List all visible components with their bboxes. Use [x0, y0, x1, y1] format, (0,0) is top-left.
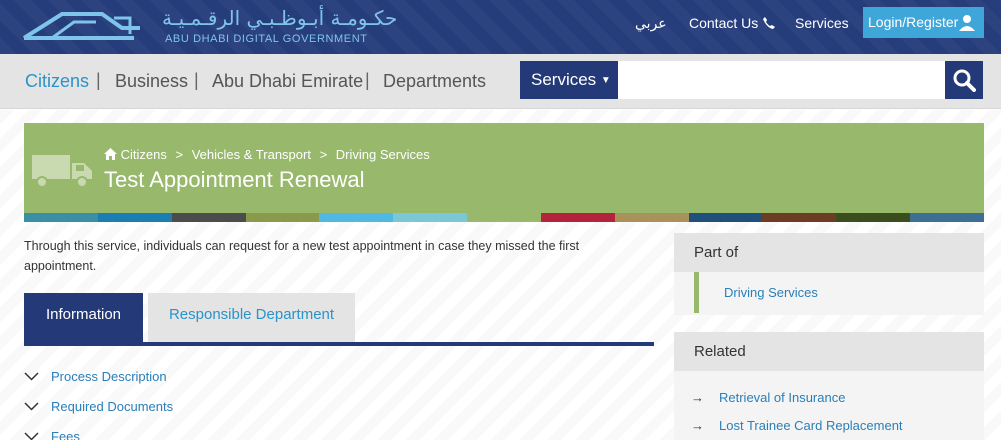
login-register-button[interactable]: Login/Register: [863, 7, 984, 38]
accordion-label: Fees: [51, 429, 80, 440]
services-dropdown-label: Services: [531, 70, 597, 89]
service-banner: Citizens > Vehicles & Transport > Drivin…: [24, 123, 984, 213]
arrow-right-icon: →: [691, 390, 704, 405]
part-of-driving-services-link[interactable]: Driving Services: [694, 272, 984, 313]
arabic-language-link[interactable]: عربي: [635, 15, 667, 32]
search-input[interactable]: [618, 61, 945, 99]
abu-dhabi-logo[interactable]: حكـومـة أبـوظـبـي الرقـمـيـة ABU DHABI D…: [22, 4, 397, 48]
services-top-link[interactable]: Services: [795, 15, 849, 31]
contact-us-label: Contact Us: [689, 15, 759, 31]
color-stripe-segment: [171, 213, 246, 222]
contact-us-link[interactable]: Contact Us: [689, 15, 776, 31]
services-dropdown[interactable]: Services ▼: [520, 61, 618, 99]
nav-citizens[interactable]: Citizens: [25, 71, 89, 92]
top-header-bar: حكـومـة أبـوظـبـي الرقـمـيـة ABU DHABI D…: [0, 0, 1001, 54]
nav-separator: |: [96, 70, 101, 90]
part-of-heading: Part of: [674, 233, 984, 272]
color-stripe-segment: [467, 213, 541, 222]
logo-mark-icon: [22, 12, 140, 40]
color-stripe-segment: [688, 213, 763, 222]
chevron-down-icon: [24, 372, 39, 381]
accordion-label: Process Description: [51, 369, 167, 384]
truck-icon: [32, 155, 92, 188]
color-stripe-segment: [245, 213, 320, 222]
related-panel: → Retrieval of Insurance → Lost Trainee …: [674, 371, 984, 440]
home-icon[interactable]: [104, 148, 117, 160]
main-navigation: Citizens | Business | Abu Dhabi Emirate …: [0, 54, 1001, 109]
logo-arabic-text: حكـومـة أبـوظـبـي الرقـمـيـة: [162, 6, 398, 30]
search-button[interactable]: [945, 61, 983, 99]
color-stripe-segment: [762, 213, 837, 222]
color-stripe-segment: [910, 213, 984, 222]
phone-icon: [763, 17, 776, 29]
related-heading: Related: [674, 332, 984, 371]
nav-departments[interactable]: Departments: [383, 71, 486, 92]
nav-business[interactable]: Business: [115, 71, 188, 92]
color-stripe-segment: [614, 213, 689, 222]
service-intro-text: Through this service, individuals can re…: [24, 239, 580, 273]
chevron-down-icon: [24, 432, 39, 440]
color-stripe-segment: [393, 213, 468, 222]
tab-responsible-department[interactable]: Responsible Department: [148, 293, 355, 342]
nav-abu-dhabi-emirate[interactable]: Abu Dhabi Emirate: [212, 71, 363, 92]
tab-information[interactable]: Information: [24, 293, 143, 342]
related-item-label: Retrieval of Insurance: [719, 390, 846, 405]
breadcrumb-citizens[interactable]: Citizens: [121, 147, 167, 162]
breadcrumb-vehicles-transport[interactable]: Vehicles & Transport: [192, 147, 311, 162]
chevron-down-icon: [24, 402, 39, 411]
color-stripe-segment: [836, 213, 911, 222]
login-register-label: Login/Register: [868, 14, 959, 30]
accordion-label: Required Documents: [51, 399, 174, 414]
page-title: Test Appointment Renewal: [104, 167, 365, 192]
color-stripe-segment: [319, 213, 394, 222]
content-tabs: Information Responsible Department: [24, 293, 654, 346]
user-icon: [959, 15, 975, 31]
nav-separator: |: [194, 70, 199, 90]
breadcrumb: Citizens > Vehicles & Transport > Drivin…: [104, 147, 430, 162]
caret-down-icon: ▼: [600, 75, 611, 86]
breadcrumb-separator: >: [175, 147, 184, 162]
breadcrumb-driving-services[interactable]: Driving Services: [336, 147, 430, 162]
color-stripe-segment: [97, 213, 172, 222]
part-of-panel: Driving Services: [674, 272, 984, 315]
color-stripe-segment: [24, 213, 98, 222]
search-icon: [953, 69, 976, 92]
related-item-label: Lost Trainee Card Replacement: [719, 418, 903, 433]
color-stripe-bar: [24, 213, 984, 222]
nav-separator: |: [365, 70, 370, 90]
logo-english-text: ABU DHABI DIGITAL GOVERNMENT: [165, 33, 368, 45]
color-stripe-segment: [540, 213, 615, 222]
breadcrumb-separator: >: [319, 147, 328, 162]
arrow-right-icon: →: [691, 418, 704, 433]
